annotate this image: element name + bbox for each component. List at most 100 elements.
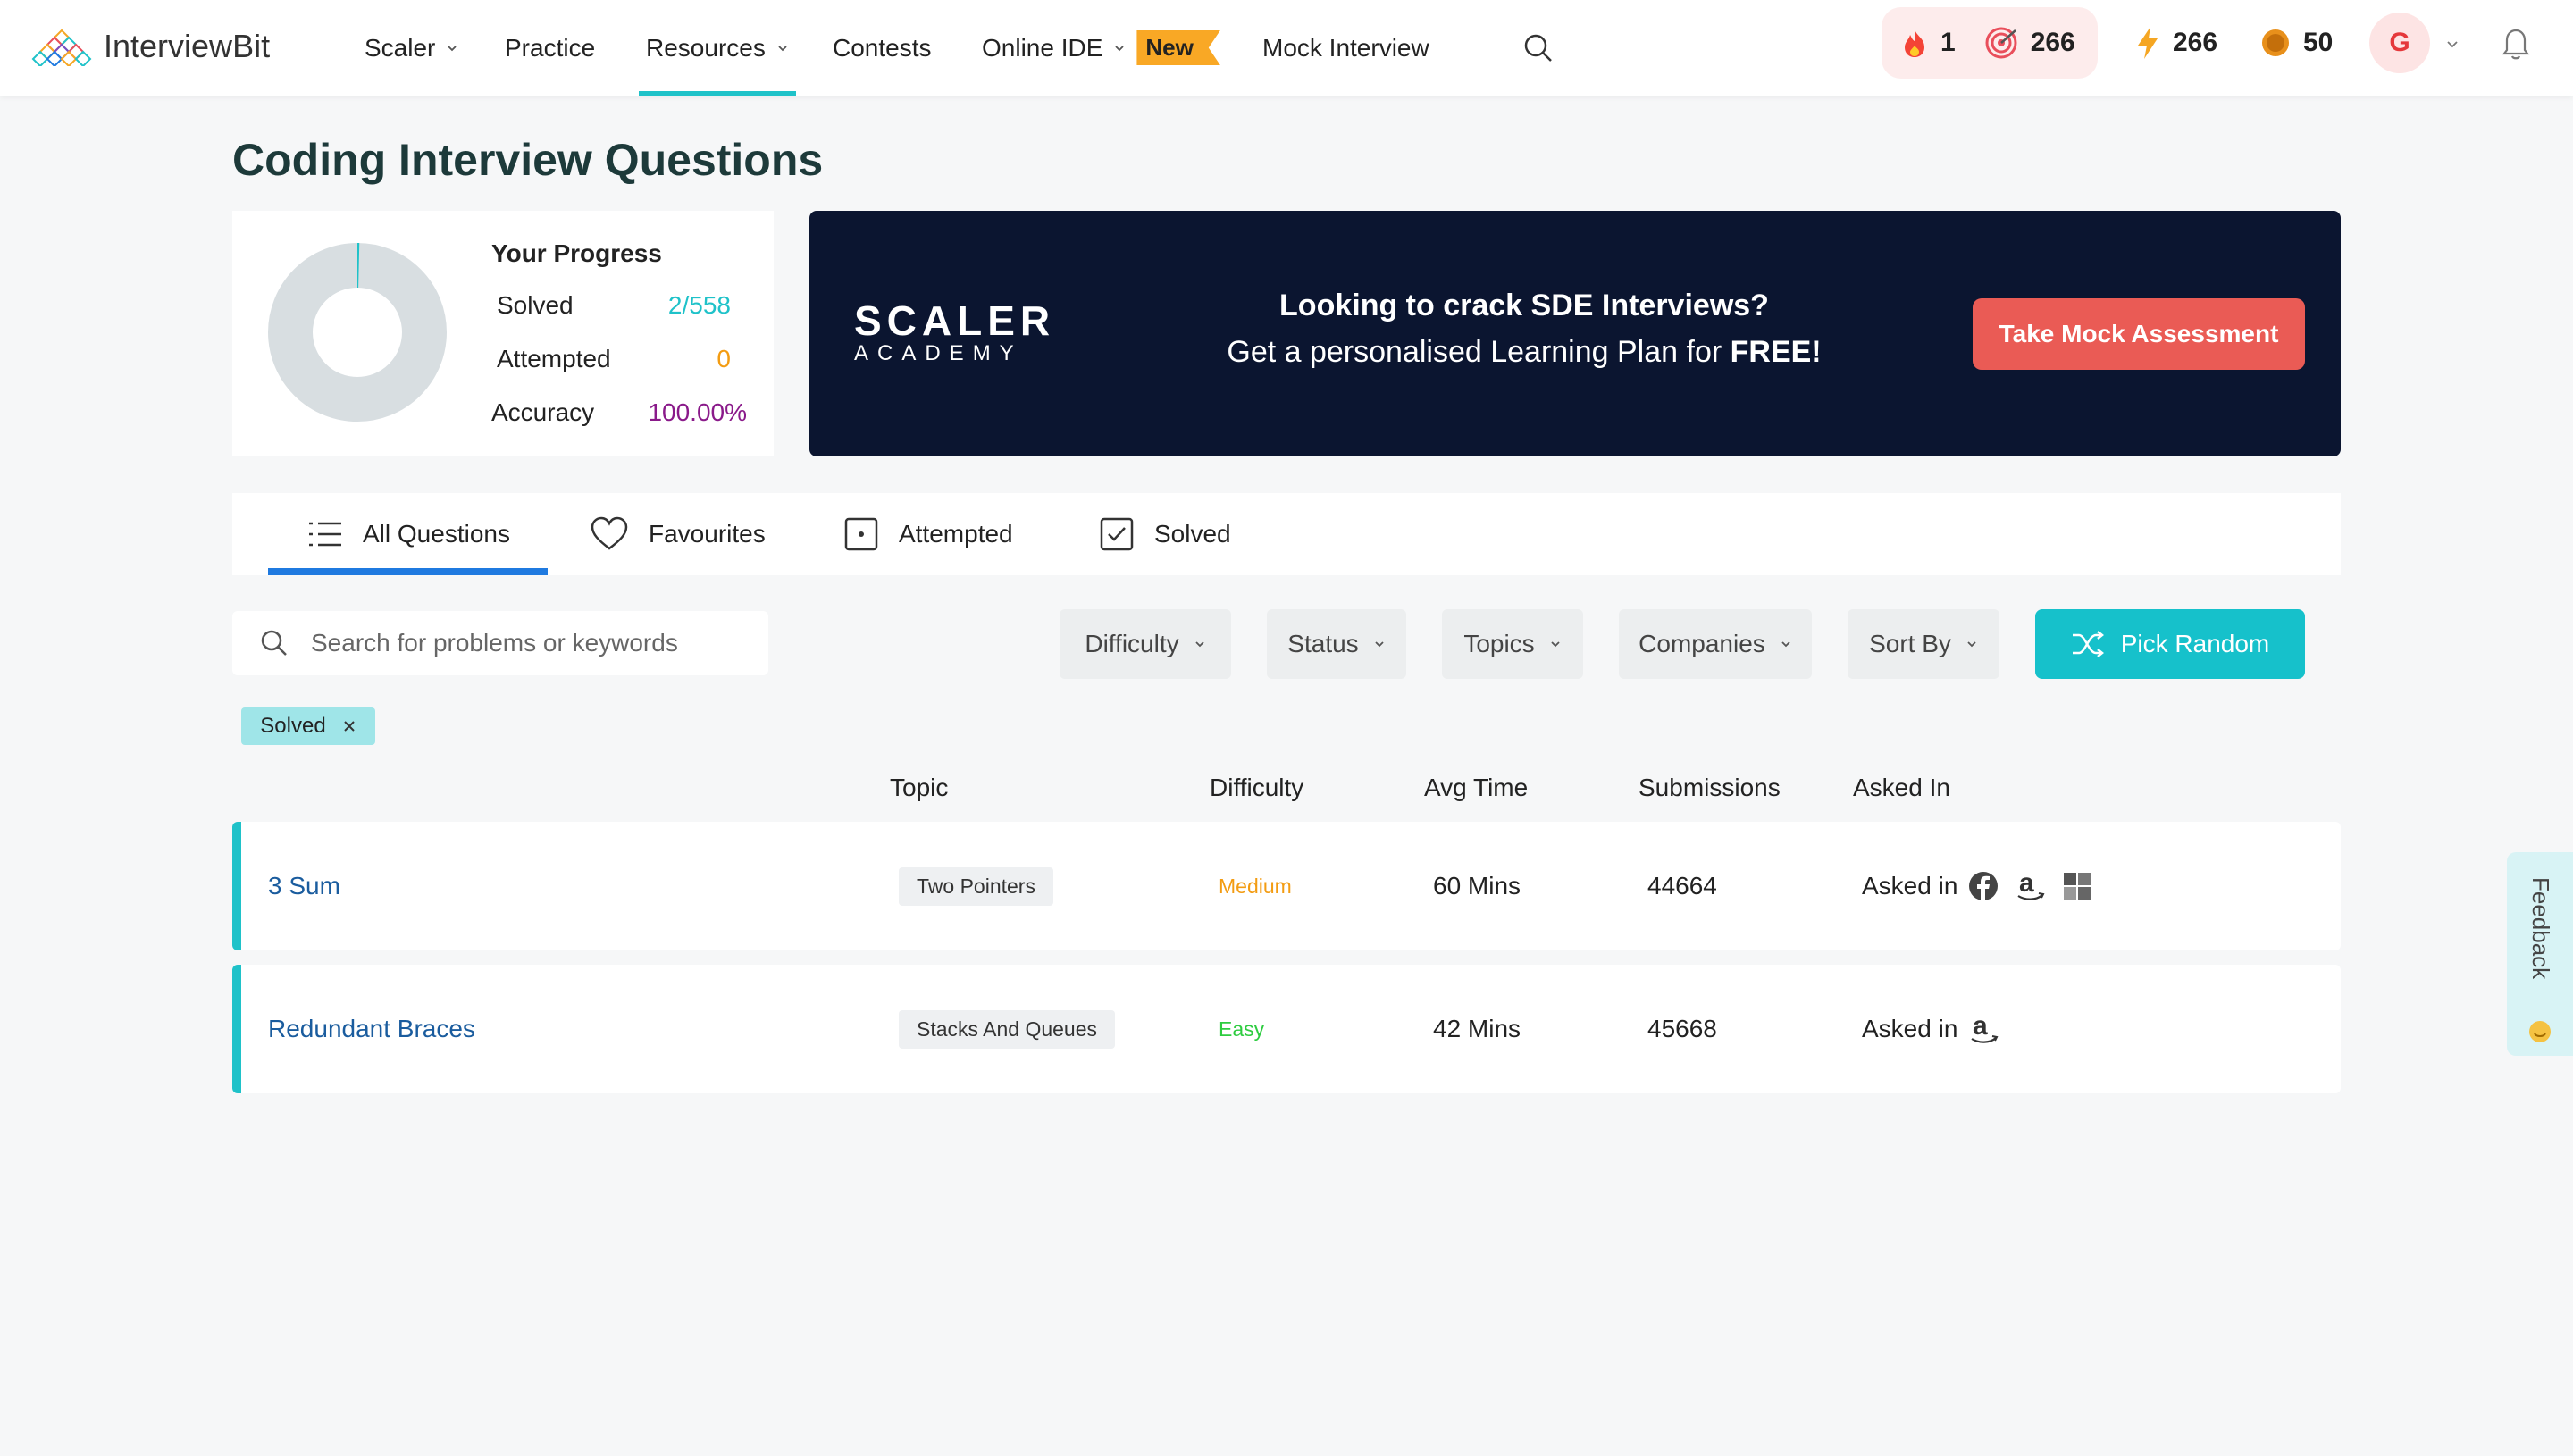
topic-tag[interactable]: Stacks And Queues bbox=[899, 1009, 1116, 1049]
tab-attempted[interactable]: Attempted bbox=[843, 493, 1013, 575]
progress-card: Your Progress Solved 2/558 Attempted 0 A… bbox=[232, 211, 774, 456]
tab-all-questions[interactable]: All Questions bbox=[268, 493, 548, 575]
banner-text: Looking to crack SDE Interviews? Get a p… bbox=[1077, 282, 1971, 375]
coins-stat[interactable]: 50 bbox=[2260, 0, 2333, 86]
table-row[interactable]: Redundant Braces Stacks And Queues Easy … bbox=[232, 965, 2341, 1093]
table-row[interactable]: 3 Sum Two Pointers Medium 60 Mins 44664 … bbox=[232, 822, 2341, 950]
filter-label: Status bbox=[1287, 630, 1359, 657]
chevron-down-icon bbox=[1967, 641, 1976, 648]
chevron-down-icon bbox=[1195, 641, 1204, 648]
feedback-emoji-icon bbox=[2529, 1021, 2551, 1042]
tab-solved[interactable]: Solved bbox=[1099, 493, 1231, 575]
shuffle-icon bbox=[2072, 631, 2104, 657]
svg-text:a: a bbox=[2019, 870, 2034, 898]
interviewbit-logo[interactable]: InterviewBit bbox=[29, 20, 270, 73]
chevron-down-icon[interactable] bbox=[2444, 36, 2460, 52]
dot-square-icon bbox=[844, 517, 878, 551]
header-submissions: Submissions bbox=[1639, 774, 1781, 801]
search-icon bbox=[261, 630, 287, 656]
companies-filter[interactable]: Companies bbox=[1619, 609, 1812, 679]
sort-by-filter[interactable]: Sort By bbox=[1848, 609, 1999, 679]
feedback-tab[interactable]: Feedback bbox=[2507, 852, 2573, 1056]
nav-item-mock-interview[interactable]: Mock Interview bbox=[1262, 0, 1429, 96]
streak-count: 1 bbox=[1940, 28, 1956, 57]
asked-in-label: Asked in bbox=[1862, 872, 1958, 900]
coins-count: 50 bbox=[2303, 28, 2334, 57]
asked-in-cell: Asked in a bbox=[1862, 965, 2000, 1093]
tab-label: All Questions bbox=[363, 520, 510, 548]
amazon-icon: a bbox=[2017, 870, 2045, 900]
accuracy-value: 100.00% bbox=[648, 398, 747, 426]
topics-filter[interactable]: Topics bbox=[1442, 609, 1583, 679]
nav-label: Online IDE bbox=[982, 33, 1103, 62]
pick-random-button[interactable]: Pick Random bbox=[2035, 609, 2305, 679]
avg-time: 42 Mins bbox=[1433, 1015, 1521, 1042]
amazon-icon: a bbox=[1971, 1013, 1999, 1043]
lightning-stat[interactable]: 266 bbox=[2135, 0, 2217, 86]
nav-item-contests[interactable]: Contests bbox=[833, 0, 932, 96]
heart-icon bbox=[591, 516, 628, 550]
search-input[interactable] bbox=[311, 629, 704, 657]
chevron-down-icon bbox=[778, 45, 787, 51]
difficulty-label: Easy bbox=[1219, 1017, 1265, 1041]
progress-attempted-row: Attempted 0 bbox=[497, 345, 756, 373]
chevron-down-icon bbox=[1781, 641, 1790, 648]
tab-favourites[interactable]: Favourites bbox=[590, 493, 766, 575]
accuracy-label: Accuracy bbox=[491, 398, 595, 426]
filter-label: Sort By bbox=[1869, 630, 1951, 657]
tab-label: Solved bbox=[1154, 520, 1231, 548]
header-difficulty: Difficulty bbox=[1210, 774, 1304, 801]
difficulty-label: Medium bbox=[1219, 874, 1292, 898]
check-square-icon bbox=[1100, 517, 1134, 551]
difficulty-filter[interactable]: Difficulty bbox=[1060, 609, 1231, 679]
topic-tag[interactable]: Two Pointers bbox=[899, 866, 1053, 906]
nav-label: Practice bbox=[505, 33, 596, 62]
bell-icon[interactable] bbox=[2500, 25, 2532, 61]
nav-item-online-ide[interactable]: Online IDE New bbox=[982, 0, 1220, 96]
header-avg-time: Avg Time bbox=[1424, 774, 1529, 801]
attempted-value: 0 bbox=[717, 345, 731, 372]
filter-label: Companies bbox=[1639, 630, 1765, 657]
banner-line2: Get a personalised Learning Plan for FRE… bbox=[1227, 335, 1822, 369]
nav-item-resources[interactable]: Resources bbox=[639, 0, 796, 96]
microsoft-icon bbox=[2064, 873, 2091, 900]
top-navbar: InterviewBit Scaler Practice Resources C… bbox=[0, 0, 2573, 96]
streak-pill[interactable]: 1 266 bbox=[1882, 7, 2098, 79]
chevron-down-icon bbox=[1115, 45, 1125, 51]
header-topic: Topic bbox=[890, 774, 949, 801]
attempted-label: Attempted bbox=[497, 345, 611, 372]
take-mock-assessment-button[interactable]: Take Mock Assessment bbox=[1973, 298, 2305, 370]
banner-line1: Looking to crack SDE Interviews? bbox=[1279, 289, 1769, 322]
fire-icon bbox=[1905, 29, 1924, 57]
submissions-count: 44664 bbox=[1647, 872, 1717, 900]
scaler-banner: SCALER ACADEMY Looking to crack SDE Inte… bbox=[809, 211, 2341, 456]
search-button[interactable] bbox=[1522, 0, 1555, 96]
close-icon[interactable] bbox=[342, 719, 356, 733]
question-title-link[interactable]: Redundant Braces bbox=[268, 1015, 475, 1043]
filter-label: Topics bbox=[1463, 630, 1535, 657]
list-icon bbox=[309, 522, 341, 547]
avatar[interactable]: G bbox=[2369, 13, 2430, 73]
solved-label: Solved bbox=[497, 291, 574, 319]
nav-item-scaler[interactable]: Scaler bbox=[365, 0, 458, 96]
facebook-icon bbox=[1969, 872, 1999, 900]
solved-value: 2/558 bbox=[667, 291, 731, 319]
nav-label: Scaler bbox=[365, 33, 436, 62]
status-filter[interactable]: Status bbox=[1267, 609, 1406, 679]
nav-item-practice[interactable]: Practice bbox=[505, 0, 595, 96]
asked-in-cell: Asked in a bbox=[1862, 822, 2091, 950]
nav-label: Contests bbox=[833, 33, 932, 62]
submissions-count: 45668 bbox=[1647, 1015, 1717, 1042]
asked-in-label: Asked in bbox=[1862, 1015, 1958, 1042]
pick-random-label: Pick Random bbox=[2120, 630, 2270, 657]
solved-filter-chip: Solved bbox=[241, 707, 375, 745]
target-icon bbox=[1985, 27, 2017, 59]
chip-label: Solved bbox=[260, 714, 326, 738]
header-asked-in: Asked In bbox=[1853, 774, 1950, 801]
chevron-down-icon bbox=[448, 45, 457, 51]
progress-accuracy-row: Accuracy 100.00% bbox=[491, 398, 756, 427]
nav-label: Mock Interview bbox=[1262, 33, 1429, 62]
question-title-link[interactable]: 3 Sum bbox=[268, 872, 340, 900]
avg-time: 60 Mins bbox=[1433, 872, 1521, 900]
scaler-academy-logo: SCALER ACADEMY bbox=[854, 300, 1055, 366]
